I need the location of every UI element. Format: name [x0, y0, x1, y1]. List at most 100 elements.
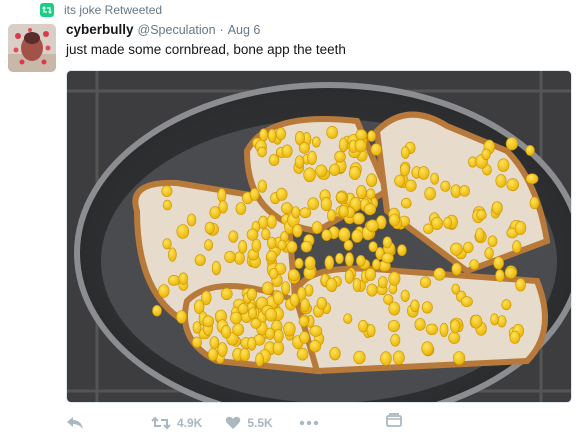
- corn-kernel: [377, 276, 388, 289]
- corn-kernel: [261, 281, 274, 296]
- retweet-button[interactable]: 4.9K: [151, 416, 202, 430]
- corn-kernel: [366, 283, 378, 297]
- corn-kernel: [450, 319, 461, 334]
- corn-kernel: [307, 150, 317, 165]
- corn-kernel: [238, 240, 248, 254]
- tweet-media-photo[interactable]: [66, 70, 572, 403]
- corn-kernel: [338, 205, 349, 218]
- corn-kernel: [366, 173, 378, 188]
- corn-kernel: [459, 185, 470, 197]
- corn-kernel: [291, 206, 301, 219]
- corn-kernel: [266, 214, 277, 229]
- corn-kernel: [209, 336, 220, 350]
- corn-kernel: [264, 307, 278, 322]
- user-handle[interactable]: @Speculation: [138, 23, 216, 37]
- tweet-header: cyberbully @Speculation · Aug 6: [66, 22, 260, 40]
- corn-kernel: [354, 139, 367, 153]
- corn-kernel: [162, 199, 172, 211]
- corn-kernel: [315, 164, 328, 178]
- photo-of-corn-on-bread-in-pan: [67, 71, 571, 402]
- corn-kernel: [487, 235, 498, 248]
- corn-kernel: [493, 256, 504, 270]
- tweet-text: just made some cornbread, bone app the t…: [66, 42, 346, 57]
- retweet-context[interactable]: its joke Retweeted: [40, 2, 162, 18]
- corn-kernel: [443, 216, 453, 229]
- corn-kernel: [495, 269, 505, 282]
- corn-kernel: [338, 227, 351, 242]
- corn-kernel: [217, 188, 227, 203]
- corn-kernel: [329, 346, 341, 361]
- corn-kernel: [381, 252, 394, 264]
- corn-kernel: [321, 229, 332, 241]
- corn-kernel: [450, 242, 463, 256]
- corn-kernel: [224, 250, 236, 263]
- corn-kernel: [162, 238, 172, 250]
- corn-kernel: [268, 154, 280, 166]
- more-button[interactable]: [299, 420, 319, 426]
- corn-kernel: [425, 323, 439, 335]
- corn-kernel: [300, 298, 310, 313]
- corn-kernel: [512, 240, 522, 254]
- corn-kernel: [352, 277, 362, 292]
- corn-kernel: [515, 278, 526, 292]
- corn-kernel: [230, 311, 242, 325]
- corn-kernel: [221, 325, 232, 339]
- corn-kernel: [399, 163, 410, 177]
- corn-kernel: [257, 179, 268, 193]
- corn-kernel: [296, 347, 309, 361]
- corn-kernel: [266, 250, 278, 262]
- corn-kernel: [451, 262, 462, 276]
- avatar[interactable]: [8, 24, 56, 72]
- corn-kernel: [178, 272, 189, 285]
- corn-kernel: [387, 320, 400, 333]
- corn-kernel: [525, 145, 535, 156]
- corn-kernel: [380, 351, 392, 366]
- corn-kernel: [324, 255, 335, 270]
- corn-kernel: [348, 166, 361, 181]
- corn-kernel: [191, 336, 203, 348]
- corn-kernel: [439, 322, 449, 338]
- corn-kernel: [335, 252, 344, 265]
- corn-kernel: [451, 283, 461, 295]
- retweet-icon: [151, 416, 171, 430]
- corn-kernel: [232, 323, 245, 336]
- corn-kernel: [356, 185, 367, 200]
- corn-kernel: [247, 336, 257, 351]
- corn-kernel: [334, 150, 346, 163]
- tweet-date[interactable]: Aug 6: [228, 23, 261, 37]
- corn-kernel: [392, 350, 405, 365]
- corn-kernel: [211, 261, 221, 276]
- corn-kernel: [281, 281, 291, 295]
- corn-kernel: [237, 303, 249, 315]
- corn-kernel: [289, 292, 300, 307]
- corn-kernel: [430, 172, 439, 185]
- reply-button[interactable]: [66, 416, 84, 430]
- corn-kernel: [311, 136, 321, 148]
- corn-kernel: [309, 325, 323, 337]
- corn-kernel: [370, 143, 382, 156]
- corn-kernel: [525, 173, 539, 185]
- corn-kernel: [255, 352, 264, 367]
- like-button[interactable]: 5.5K: [225, 416, 273, 430]
- corn-kernel: [440, 180, 451, 192]
- corn-kernel: [176, 310, 187, 324]
- corn-kernel: [299, 331, 310, 344]
- corn-kernel: [382, 236, 392, 249]
- corn-kernel: [497, 315, 507, 328]
- corn-kernel: [505, 136, 519, 151]
- corn-kernel: [405, 179, 417, 192]
- corn-kernel: [235, 202, 247, 215]
- direct-message-button[interactable]: [386, 413, 402, 432]
- corn-kernel: [501, 299, 512, 311]
- corn-kernel: [294, 155, 305, 169]
- corn-kernel: [421, 341, 434, 356]
- corn-kernel: [419, 276, 431, 289]
- corn-kernel: [353, 350, 366, 365]
- corn-kernel: [307, 197, 319, 210]
- corn-kernel: [355, 255, 366, 267]
- corn-kernel: [476, 209, 487, 221]
- corn-kernel: [266, 236, 277, 249]
- corn-kernel: [234, 251, 245, 265]
- corn-kernel: [514, 221, 527, 236]
- display-name[interactable]: cyberbully: [66, 22, 134, 37]
